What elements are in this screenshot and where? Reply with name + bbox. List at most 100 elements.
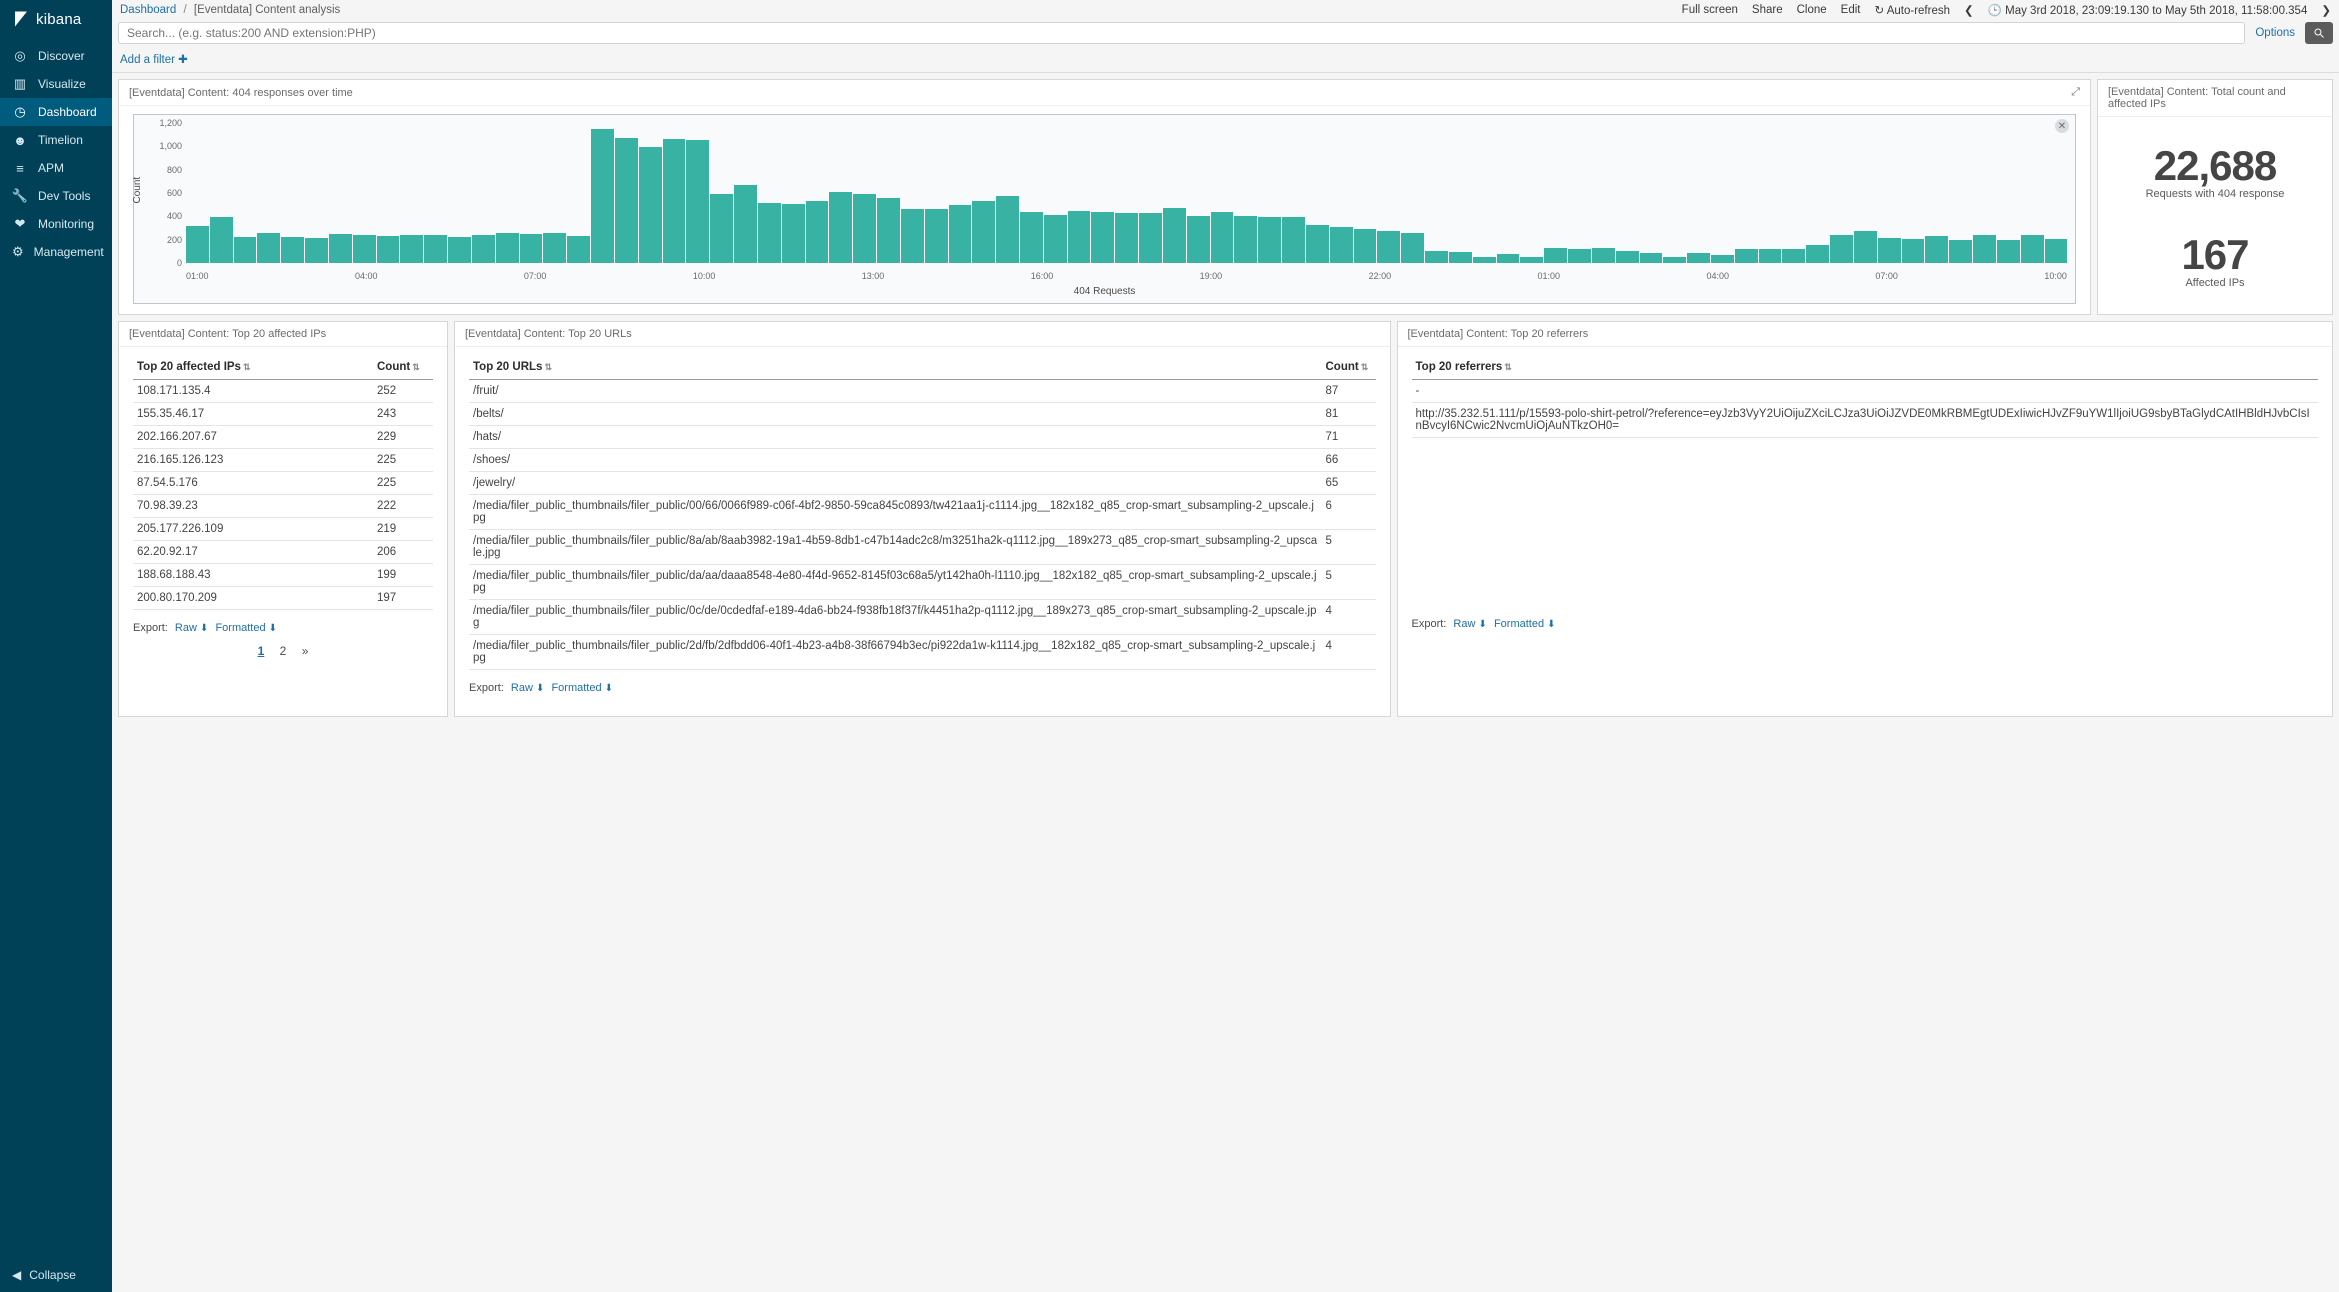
panel-expand-icon[interactable]: ⤢ (2071, 86, 2080, 99)
nav-devtools[interactable]: 🔧Dev Tools (0, 182, 112, 210)
share-button[interactable]: Share (1752, 4, 1783, 16)
col-count[interactable]: Count⇅ (1322, 355, 1376, 380)
kibana-logo-icon (12, 10, 30, 28)
nav-dashboard[interactable]: ◷Dashboard (0, 98, 112, 126)
fullscreen-button[interactable]: Full screen (1682, 4, 1738, 16)
chart-ylabel: Count (132, 177, 143, 204)
autorefresh-button[interactable]: ↻ Auto-refresh (1875, 3, 1950, 17)
collapse-icon: ◀ (12, 1268, 21, 1282)
badge-icon: ☻ (12, 132, 28, 148)
table-row[interactable]: /media/filer_public_thumbnails/filer_pub… (469, 635, 1376, 670)
panel-metrics: [Eventdata] Content: Total count and aff… (2097, 79, 2333, 315)
nav-visualize[interactable]: ▥Visualize (0, 70, 112, 98)
table-ips: Top 20 affected IPs⇅ Count⇅ 108.171.135.… (133, 355, 433, 610)
export-formatted[interactable]: Formatted ⬇ (551, 682, 613, 694)
table-row[interactable]: /media/filer_public_thumbnails/filer_pub… (469, 565, 1376, 600)
export-formatted[interactable]: Formatted ⬇ (1494, 618, 1556, 630)
table-row[interactable]: 202.166.207.67229 (133, 426, 433, 449)
table-row[interactable]: /jewelry/65 (469, 472, 1376, 495)
chart-xlabel: 404 Requests (134, 286, 2075, 297)
chart-404[interactable]: ✕ Count 02004006008001,0001,200 01:0004:… (133, 114, 2076, 304)
nav-monitoring[interactable]: ❤Monitoring (0, 210, 112, 238)
table-row[interactable]: /media/filer_public_thumbnails/filer_pub… (469, 600, 1376, 635)
table-row[interactable]: 108.171.135.4252 (133, 380, 433, 403)
gear-icon: ⚙ (12, 244, 24, 260)
table-row[interactable]: 216.165.126.123225 (133, 449, 433, 472)
nav-apm[interactable]: ≡APM (0, 154, 112, 182)
nav: ◎Discover ▥Visualize ◷Dashboard ☻Timelio… (0, 42, 112, 266)
nav-management[interactable]: ⚙Management (0, 238, 112, 266)
table-row[interactable]: /media/filer_public_thumbnails/filer_pub… (469, 530, 1376, 565)
top-actions: Full screen Share Clone Edit ↻ Auto-refr… (1682, 3, 2331, 17)
heart-icon: ❤ (12, 216, 28, 232)
search-input[interactable] (118, 22, 2245, 44)
gauge-icon: ◷ (12, 104, 28, 120)
breadcrumb-current: [Eventdata] Content analysis (194, 4, 340, 16)
col-ip[interactable]: Top 20 affected IPs⇅ (133, 355, 373, 380)
table-row[interactable]: 87.54.5.176225 (133, 472, 433, 495)
metric-affected-ips: 167 Affected IPs (2181, 231, 2248, 289)
table-row[interactable]: /belts/81 (469, 403, 1376, 426)
timerange[interactable]: 🕒 May 3rd 2018, 23:09:19.130 to May 5th … (1988, 3, 2308, 17)
table-refs: Top 20 referrers⇅ -http://35.232.51.111/… (1412, 355, 2319, 438)
panel-title: [Eventdata] Content: Total count and aff… (2108, 86, 2322, 110)
chart-yaxis: 02004006008001,0001,200 (150, 123, 182, 263)
table-row[interactable]: 205.177.226.109219 (133, 518, 433, 541)
search-row: Options (112, 18, 2339, 48)
chart-xaxis: 01:0004:0007:0010:0013:0016:0019:0022:00… (186, 271, 2067, 281)
page-1[interactable]: 1 (258, 644, 265, 658)
breadcrumb-root[interactable]: Dashboard (120, 4, 176, 16)
page-2[interactable]: 2 (280, 644, 287, 658)
panel-404-over-time: [Eventdata] Content: 404 responses over … (118, 79, 2091, 315)
table-row[interactable]: 188.68.188.43199 (133, 564, 433, 587)
apm-icon: ≡ (12, 160, 28, 176)
table-row[interactable]: http://35.232.51.111/p/15593-polo-shirt-… (1412, 403, 2319, 438)
export-raw[interactable]: Raw ⬇ (175, 622, 208, 634)
topbar: Dashboard / [Eventdata] Content analysis… (112, 0, 2339, 18)
table-row[interactable]: /fruit/87 (469, 380, 1376, 403)
add-filter-button[interactable]: Add a filter ✚ (120, 54, 188, 66)
col-referrer[interactable]: Top 20 referrers⇅ (1412, 355, 2319, 380)
col-url[interactable]: Top 20 URLs⇅ (469, 355, 1322, 380)
refresh-icon: ↻ (1875, 5, 1885, 17)
table-row[interactable]: 70.98.39.23222 (133, 495, 433, 518)
export-raw[interactable]: Raw ⬇ (1453, 618, 1486, 630)
export-raw[interactable]: Raw ⬇ (511, 682, 544, 694)
sidebar: kibana ◎Discover ▥Visualize ◷Dashboard ☻… (0, 0, 112, 1292)
clone-button[interactable]: Clone (1797, 4, 1827, 16)
table-row[interactable]: /media/filer_public_thumbnails/filer_pub… (469, 495, 1376, 530)
bar-chart-icon: ▥ (12, 76, 28, 92)
panel-top-ips: [Eventdata] Content: Top 20 affected IPs… (118, 321, 448, 717)
panel-top-referrers: [Eventdata] Content: Top 20 referrers To… (1397, 321, 2334, 717)
search-button[interactable] (2305, 22, 2333, 44)
edit-button[interactable]: Edit (1841, 4, 1861, 16)
sidebar-collapse[interactable]: ◀ Collapse (0, 1258, 112, 1292)
table-row[interactable]: 155.35.46.17243 (133, 403, 433, 426)
page-next[interactable]: » (302, 644, 309, 658)
table-row[interactable]: /shoes/66 (469, 449, 1376, 472)
export-formatted[interactable]: Formatted ⬇ (215, 622, 277, 634)
nav-discover[interactable]: ◎Discover (0, 42, 112, 70)
table-row[interactable]: - (1412, 380, 2319, 403)
compass-icon: ◎ (12, 48, 28, 64)
table-row[interactable]: 200.80.170.209197 (133, 587, 433, 610)
export-urls: Export: Raw ⬇ Formatted ⬇ (469, 682, 1376, 694)
table-row[interactable]: /hats/71 (469, 426, 1376, 449)
table-urls: Top 20 URLs⇅ Count⇅ /fruit/87/belts/81/h… (469, 355, 1376, 670)
panel-title: [Eventdata] Content: 404 responses over … (129, 87, 353, 99)
col-count[interactable]: Count⇅ (373, 355, 433, 380)
brand: kibana (0, 0, 112, 42)
panel-title: [Eventdata] Content: Top 20 URLs (465, 328, 632, 340)
panel-top-urls: [Eventdata] Content: Top 20 URLs Top 20 … (454, 321, 1391, 717)
time-prev[interactable]: ❮ (1964, 3, 1974, 17)
chart-bars (186, 123, 2067, 263)
time-next[interactable]: ❯ (2321, 3, 2331, 17)
table-row[interactable]: 62.20.92.17206 (133, 541, 433, 564)
main: Dashboard / [Eventdata] Content analysis… (112, 0, 2339, 1292)
panel-title: [Eventdata] Content: Top 20 referrers (1408, 328, 1589, 340)
brand-text: kibana (36, 11, 81, 28)
breadcrumb: Dashboard / [Eventdata] Content analysis (120, 4, 340, 16)
options-link[interactable]: Options (2251, 27, 2299, 39)
nav-timelion[interactable]: ☻Timelion (0, 126, 112, 154)
pager-ips: 1 2 » (133, 644, 433, 658)
